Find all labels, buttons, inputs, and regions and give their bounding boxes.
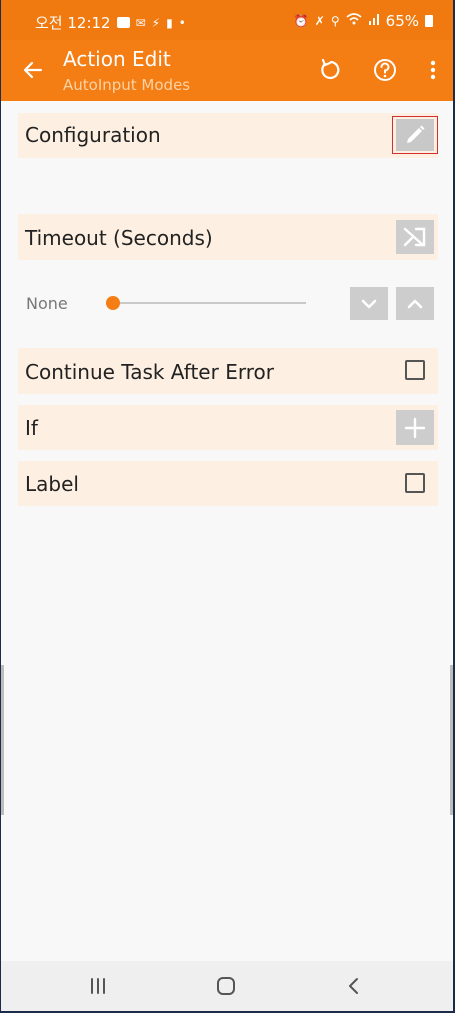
edit-configuration-button[interactable] [392,116,438,154]
wifi-icon [346,13,362,29]
decrement-button[interactable] [350,287,388,320]
continue-task-row[interactable]: Continue Task After Error [18,348,438,394]
slider-thumb[interactable] [106,296,120,310]
status-bar: 오전 12:12 ✉ ⚡ ▮ • ⏰ ✗ ⚲ 65% [1,0,453,40]
if-row: If [18,405,438,450]
timeout-slider-row: None [1,284,453,324]
label-row-label: Label [25,472,79,496]
continue-task-checkbox[interactable] [405,360,425,380]
shuffle-icon[interactable] [396,220,434,254]
status-bar-left: 오전 12:12 ✉ ⚡ ▮ • [35,12,186,33]
bolt-icon: ⚡ [151,15,161,30]
recent-apps-icon[interactable] [83,974,113,998]
slider-track[interactable] [112,302,306,304]
signal-icon [368,13,380,29]
if-label: If [25,416,38,440]
undo-icon[interactable] [317,56,345,84]
status-bar-right: ⏰ ✗ ⚲ 65% [294,12,433,30]
add-condition-button[interactable] [396,410,434,445]
battery-percent: 65% [385,12,419,30]
mute-icon: ✗ [314,14,325,28]
battery-icon [425,15,433,27]
home-icon[interactable] [211,974,241,998]
status-time: 오전 12:12 [35,14,111,32]
location-icon: ⚲ [330,14,340,28]
media-icon: ▮ [166,15,173,30]
timeout-label: Timeout (Seconds) [25,226,213,250]
page-title: Action Edit [63,47,171,71]
back-icon[interactable] [339,974,369,998]
mail-icon: ✉ [135,15,146,30]
increment-button[interactable] [396,287,434,320]
back-arrow-icon[interactable] [21,58,45,82]
configuration-label: Configuration [25,123,161,147]
dot-icon: • [178,15,186,30]
toolbar: Action Edit AutoInput Modes [1,40,453,101]
more-vert-icon[interactable] [419,56,447,84]
label-checkbox[interactable] [405,473,425,493]
navigation-bar [1,961,453,1011]
timeout-row: Timeout (Seconds) [18,214,438,260]
configuration-row: Configuration [18,113,438,158]
news-icon [116,17,130,28]
continue-task-label: Continue Task After Error [25,360,274,384]
page-subtitle: AutoInput Modes [63,76,191,94]
left-edge-handle [1,665,4,815]
slider-value-label: None [26,294,68,313]
right-edge-handle [450,665,453,815]
label-row[interactable]: Label [18,461,438,506]
app-screen: 오전 12:12 ✉ ⚡ ▮ • ⏰ ✗ ⚲ 65% Action Edit A… [1,0,453,1011]
alarm-icon: ⏰ [293,14,309,28]
pencil-icon [396,119,434,151]
plus-icon [404,417,426,438]
help-icon[interactable] [371,56,399,84]
